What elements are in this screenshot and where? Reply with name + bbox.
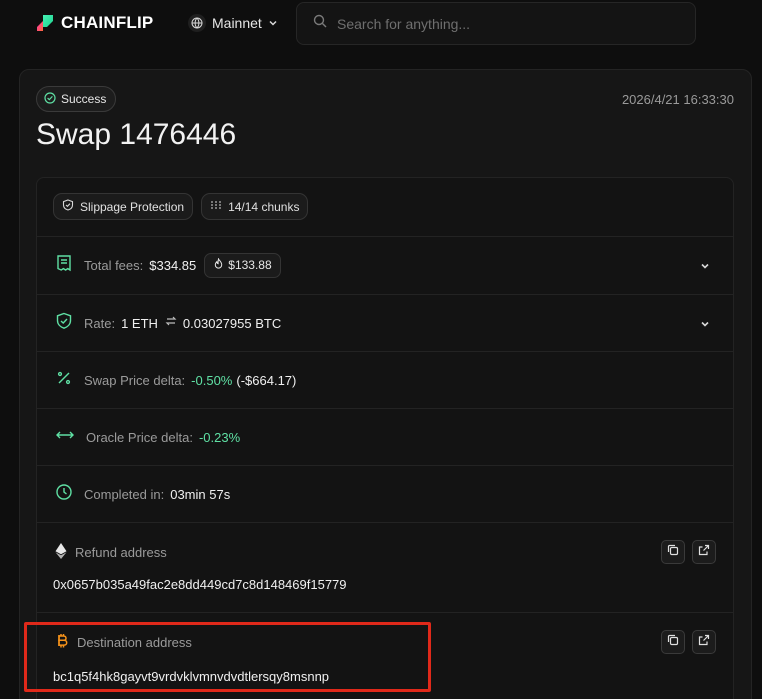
- external-link-button[interactable]: [692, 540, 716, 564]
- network-label: Mainnet: [212, 15, 262, 31]
- chevron-down-icon[interactable]: [699, 259, 711, 277]
- swap-price-delta-label: Swap Price delta:: [84, 372, 186, 388]
- refund-address-label: Refund address: [75, 545, 167, 560]
- status-text: Success: [61, 92, 107, 106]
- destination-address-value[interactable]: bc1q5f4hk8gayvt9vrdvklvmnvdvdtlersqy8msn…: [53, 669, 329, 684]
- swap-chips: Slippage Protection 14/14 chunks: [53, 193, 309, 220]
- chainflip-logo-icon: [35, 13, 55, 33]
- oracle-price-delta-row: Oracle Price delta: -0.23%: [37, 408, 733, 465]
- burn-fee-value: $133.88: [228, 258, 272, 272]
- destination-address-section: Destination address bc1q5f4hk8gayvt9vrdv…: [37, 612, 733, 699]
- swap-arrows-icon: [165, 314, 177, 332]
- rate-from: 1 ETH: [121, 315, 158, 331]
- completed-in-value: 03min 57s: [170, 486, 231, 502]
- rate-row[interactable]: Rate: 1 ETH 0.03027955 BTC: [37, 294, 733, 351]
- ethereum-icon: [55, 543, 67, 562]
- oracle-price-delta-percent: -0.23%: [198, 429, 241, 445]
- completed-in-row: Completed in: 03min 57s: [37, 465, 733, 522]
- destination-address-header: Destination address: [55, 633, 192, 652]
- bitcoin-icon: [55, 633, 69, 652]
- percent-icon: [55, 369, 73, 392]
- external-link-icon: [698, 633, 710, 651]
- destination-address-label: Destination address: [77, 635, 192, 650]
- status-badge: Success: [36, 86, 117, 112]
- external-link-icon: [698, 543, 710, 561]
- swap-price-delta-row: Swap Price delta: -0.50% (-$664.17): [37, 351, 733, 408]
- search-bar[interactable]: [296, 2, 696, 45]
- network-selector[interactable]: Mainnet: [184, 10, 282, 36]
- copy-button[interactable]: [661, 540, 685, 564]
- swap-price-delta-percent: -0.50%: [191, 372, 233, 388]
- slippage-protection-chip: Slippage Protection: [53, 193, 194, 220]
- copy-icon: [667, 543, 679, 561]
- slippage-label: Slippage Protection: [80, 199, 185, 214]
- clock-icon: [55, 483, 73, 506]
- search-input[interactable]: [337, 15, 677, 32]
- rate-label: Rate:: [84, 315, 116, 331]
- globe-icon: [188, 14, 206, 32]
- refund-address-value[interactable]: 0x0657b035a49fac2e8dd449cd7c8d148469f157…: [53, 577, 347, 592]
- shield-check-icon: [55, 312, 73, 335]
- chevron-down-icon[interactable]: [699, 317, 711, 335]
- total-fees-label: Total fees:: [84, 257, 144, 273]
- grid-dots-icon: [210, 199, 222, 214]
- completed-in-label: Completed in:: [84, 486, 165, 502]
- oracle-price-delta-label: Oracle Price delta:: [86, 429, 193, 445]
- flame-icon: [213, 257, 224, 272]
- refund-address-section: Refund address 0x0657b035a49fac2e8dd449c…: [37, 522, 733, 612]
- brand-logo[interactable]: CHAINFLIP: [35, 13, 153, 33]
- burn-fee-chip: $133.88: [204, 252, 281, 278]
- rate-to: 0.03027955 BTC: [182, 315, 282, 331]
- external-link-button[interactable]: [692, 630, 716, 654]
- page-title: Swap 1476446: [36, 118, 237, 151]
- chevron-down-icon: [268, 15, 278, 31]
- receipt-icon: [55, 254, 73, 277]
- chunks-label: 14/14 chunks: [228, 199, 300, 214]
- swap-timestamp: 2026/4/21 16:33:30: [621, 92, 734, 107]
- shield-icon: [62, 199, 74, 214]
- arrows-horizontal-icon: [55, 426, 75, 449]
- copy-button[interactable]: [661, 630, 685, 654]
- check-circle-icon: [44, 91, 56, 107]
- total-fees-value: $334.85: [149, 257, 197, 273]
- refund-address-header: Refund address: [55, 543, 167, 562]
- copy-icon: [667, 633, 679, 651]
- top-nav: CHAINFLIP Mainnet: [0, 0, 762, 48]
- swap-price-delta-usd: (-$664.17): [236, 372, 297, 388]
- total-fees-row[interactable]: Total fees: $334.85 $133.88: [37, 236, 733, 293]
- brand-name: CHAINFLIP: [61, 13, 154, 32]
- search-icon: [313, 14, 327, 33]
- chunks-chip: 14/14 chunks: [201, 193, 309, 220]
